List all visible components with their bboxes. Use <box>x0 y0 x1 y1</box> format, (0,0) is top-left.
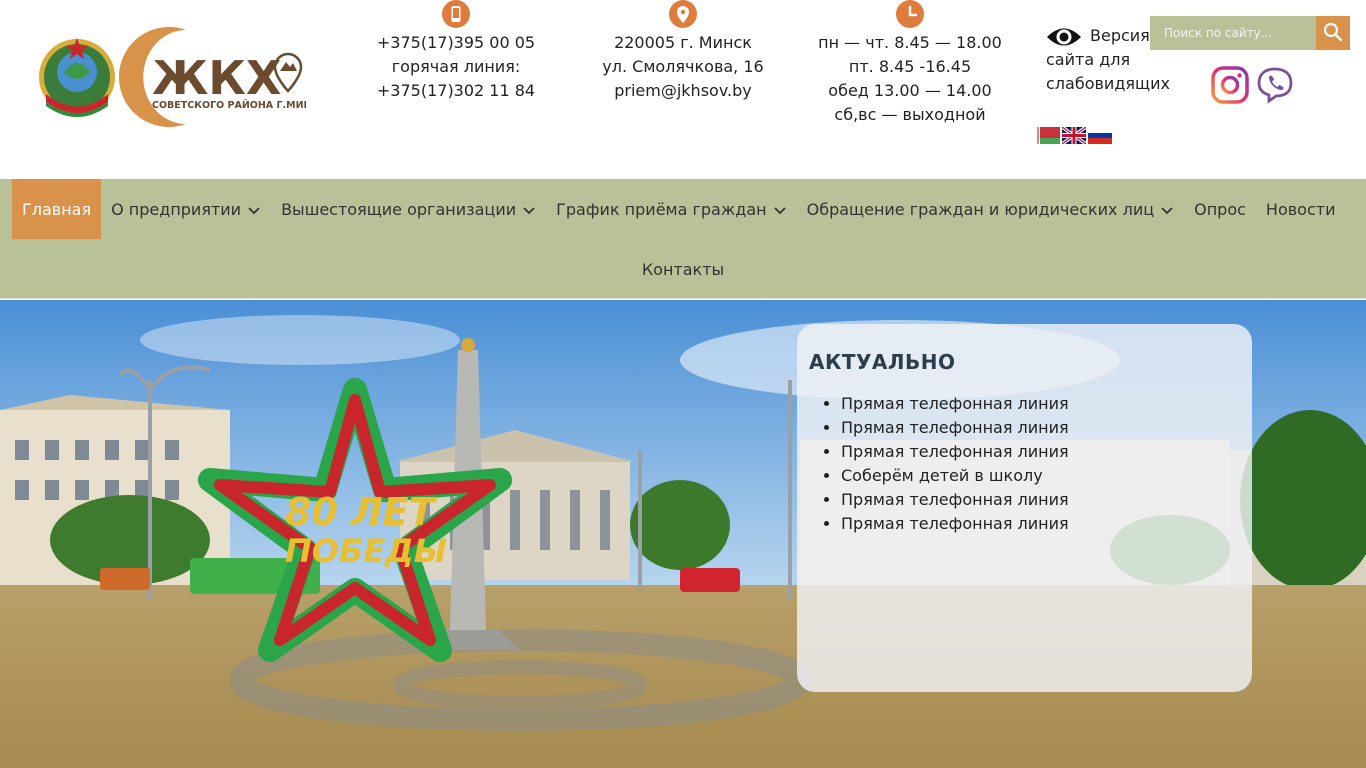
logo-text: ЖКХ <box>152 51 281 105</box>
list-item: Прямая телефонная линия <box>841 440 1240 464</box>
list-item: Прямая телефонная линия <box>841 512 1240 536</box>
nav-item-label: Контакты <box>641 259 725 279</box>
nav-item-label: О предприятии <box>111 199 242 219</box>
instagram-icon[interactable] <box>1211 66 1249 104</box>
site-logo[interactable]: ЖКХ СОВЕТСКОГО РАЙОНА Г.МИНСКА <box>36 24 334 130</box>
logo-subtitle: СОВЕТСКОГО РАЙОНА Г.МИНСКА <box>152 99 306 111</box>
chevron-down-icon <box>247 202 261 216</box>
nav-item-news[interactable]: Новости <box>1256 179 1346 239</box>
chevron-down-icon <box>522 202 536 216</box>
nav-item-higher-organizations[interactable]: Вышестоящие организации <box>271 179 546 239</box>
news-link[interactable]: Прямая телефонная линия <box>841 514 1069 533</box>
list-item: Прямая телефонная линия <box>841 488 1240 512</box>
address-street: ул. Смолячкова, 16 <box>602 57 764 76</box>
site-header: ЖКХ СОВЕТСКОГО РАЙОНА Г.МИНСКА +375(17)3… <box>0 0 1366 179</box>
news-link[interactable]: Прямая телефонная линия <box>841 418 1069 437</box>
emblem-text-line1: 80 ЛЕТ <box>285 490 438 534</box>
phone-number[interactable]: +375(17)395 00 05 <box>362 31 550 55</box>
list-item: Соберём детей в школу <box>841 464 1240 488</box>
location-pin-icon <box>669 0 697 28</box>
nav-item-appeals[interactable]: Обращение граждан и юридических лиц <box>797 179 1185 239</box>
nav-item-survey[interactable]: Опрос <box>1184 179 1256 239</box>
coat-of-arms-icon <box>39 38 115 117</box>
flag-uk-icon[interactable] <box>1062 127 1086 144</box>
main-navigation: Главная О предприятии Вышестоящие органи… <box>0 179 1366 299</box>
hotline-label: горячая линия: <box>391 57 521 76</box>
working-hours-block: пн — чт. 8.45 — 18.00 пт. 8.45 -16.45 об… <box>808 0 1012 127</box>
news-link[interactable]: Соберём детей в школу <box>841 466 1043 485</box>
hours-friday: пт. 8.45 -16.45 <box>848 57 972 76</box>
eye-icon <box>1046 24 1082 50</box>
hotline-number[interactable]: +375(17)302 11 84 <box>362 79 550 103</box>
nav-item-contacts[interactable]: Контакты <box>632 239 734 299</box>
news-link[interactable]: Прямая телефонная линия <box>841 490 1069 509</box>
email-link[interactable]: priem@jkhsov.by <box>590 79 776 103</box>
nav-item-label: Вышестоящие организации <box>281 199 517 219</box>
contact-phone-block: +375(17)395 00 05 горячая линия: +375(17… <box>362 0 550 103</box>
search-input[interactable] <box>1150 16 1316 50</box>
nav-item-label: Обращение граждан и юридических лиц <box>806 199 1155 219</box>
nav-item-label: Опрос <box>1194 199 1246 219</box>
clock-icon <box>896 0 924 28</box>
accessibility-label-line3: слабовидящих <box>1046 74 1170 93</box>
accessibility-label-line2: сайта для <box>1046 50 1131 69</box>
news-panel: АКТУАЛЬНО Прямая телефонная линия Прямая… <box>797 324 1252 692</box>
search-icon <box>1323 22 1343 45</box>
news-link[interactable]: Прямая телефонная линия <box>841 442 1069 461</box>
list-item: Прямая телефонная линия <box>841 416 1240 440</box>
nav-item-reception-schedule[interactable]: График приёма граждан <box>546 179 796 239</box>
emblem-text-line2: ПОБЕДЫ <box>285 532 447 570</box>
nav-item-home[interactable]: Главная <box>12 179 102 239</box>
hero-banner: 80 ЛЕТ ПОБЕДЫ АКТУАЛЬНО Прямая телефонна… <box>0 300 1366 768</box>
viber-icon[interactable] <box>1256 66 1294 104</box>
hours-lunch: обед 13.00 — 14.00 <box>828 81 992 100</box>
language-switcher <box>1036 127 1112 144</box>
site-search <box>1150 16 1350 50</box>
chevron-down-icon <box>1160 202 1174 216</box>
phone-icon <box>442 0 470 28</box>
nav-item-label: Главная <box>22 199 92 219</box>
flag-russia-icon[interactable] <box>1088 127 1112 144</box>
news-panel-title: АКТУАЛЬНО <box>809 350 956 374</box>
chevron-down-icon <box>773 202 787 216</box>
hours-weekend: сб,вс — выходной <box>834 105 986 124</box>
nav-item-label: Новости <box>1265 199 1336 219</box>
news-list: Прямая телефонная линия Прямая телефонна… <box>809 392 1240 536</box>
contact-address-block: 220005 г. Минск ул. Смолячкова, 16 priem… <box>590 0 776 103</box>
news-link[interactable]: Прямая телефонная линия <box>841 394 1069 413</box>
list-item: Прямая телефонная линия <box>841 392 1240 416</box>
flag-belarus-icon[interactable] <box>1036 127 1060 144</box>
search-button[interactable] <box>1316 16 1350 50</box>
address-city: 220005 г. Минск <box>614 33 752 52</box>
nav-item-label: График приёма граждан <box>556 199 767 219</box>
hours-weekdays: пн — чт. 8.45 — 18.00 <box>818 33 1002 52</box>
nav-item-about[interactable]: О предприятии <box>101 179 271 239</box>
